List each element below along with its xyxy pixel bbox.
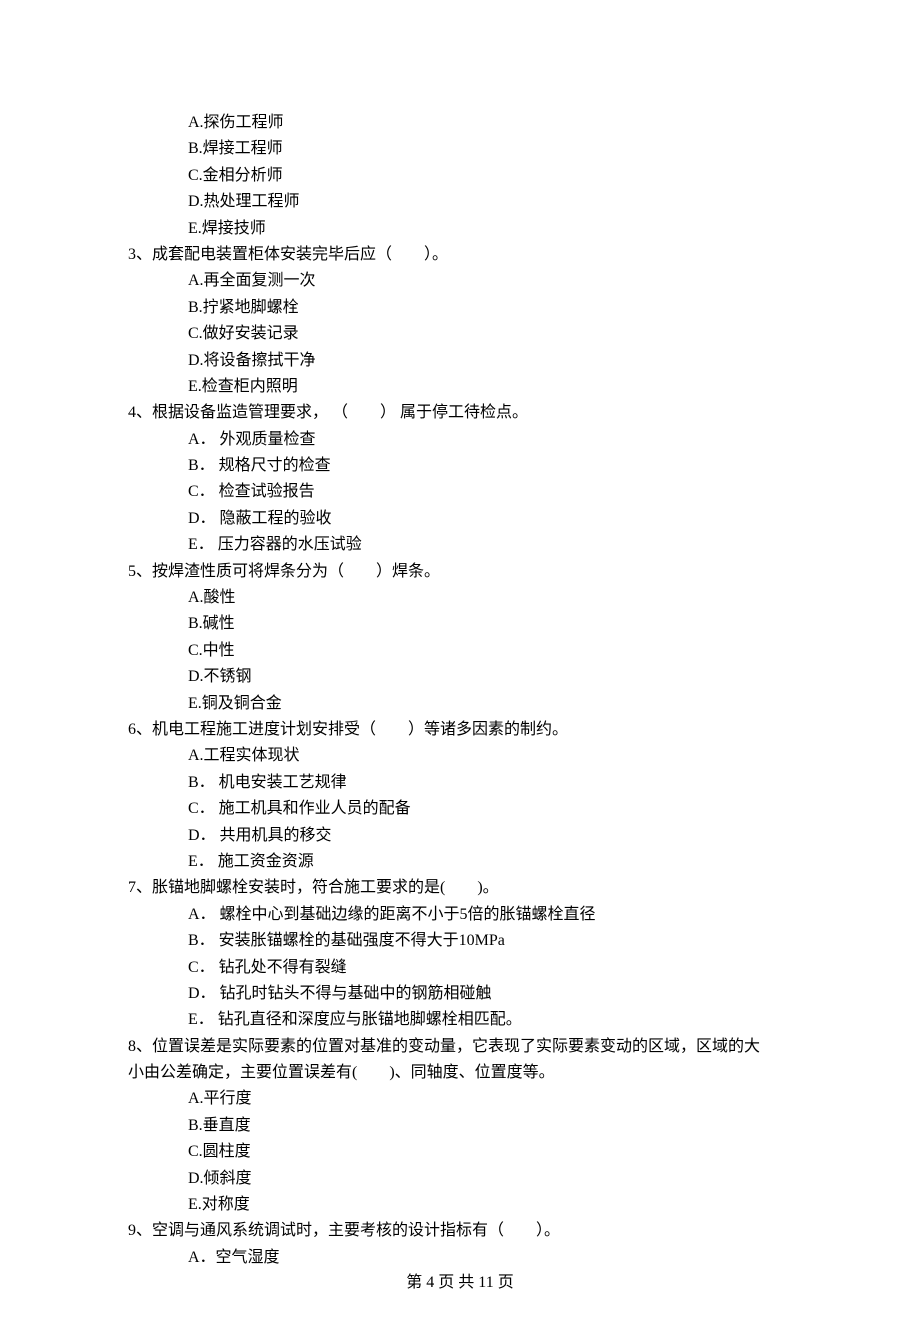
q4-option-a: A． 外观质量检查 — [120, 427, 800, 453]
q8-option-b: B.垂直度 — [120, 1113, 800, 1139]
q3-stem: 3、成套配电装置柜体安装完毕后应（ ）。 — [120, 242, 800, 268]
q7-option-d: D． 钻孔时钻头不得与基础中的钢筋相碰触 — [120, 981, 800, 1007]
q7-stem: 7、胀锚地脚螺栓安装时，符合施工要求的是( )。 — [120, 875, 800, 901]
q5-option-d: D.不锈钢 — [120, 664, 800, 690]
q3-option-a: A.再全面复测一次 — [120, 268, 800, 294]
q8-option-d: D.倾斜度 — [120, 1166, 800, 1192]
q4-stem: 4、根据设备监造管理要求， （ ） 属于停工待检点。 — [120, 400, 800, 426]
q7-option-b: B． 安装胀锚螺栓的基础强度不得大于10MPa — [120, 928, 800, 954]
q8-option-a: A.平行度 — [120, 1086, 800, 1112]
document-page: A.探伤工程师 B.焊接工程师 C.金相分析师 D.热处理工程师 E.焊接技师 … — [0, 0, 920, 1331]
q3-option-b: B.拧紧地脚螺栓 — [120, 295, 800, 321]
page-footer: 第 4 页 共 11 页 — [0, 1270, 920, 1296]
q2-option-b: B.焊接工程师 — [120, 136, 800, 162]
q5-option-c: C.中性 — [120, 638, 800, 664]
q2-option-c: C.金相分析师 — [120, 163, 800, 189]
q4-option-e: E． 压力容器的水压试验 — [120, 532, 800, 558]
q5-option-b: B.碱性 — [120, 611, 800, 637]
q3-option-c: C.做好安装记录 — [120, 321, 800, 347]
q7-option-e: E． 钻孔直径和深度应与胀锚地脚螺栓相匹配。 — [120, 1007, 800, 1033]
q6-option-e: E． 施工资金资源 — [120, 849, 800, 875]
q8-option-c: C.圆柱度 — [120, 1139, 800, 1165]
q7-option-c: C． 钻孔处不得有裂缝 — [120, 955, 800, 981]
q4-option-b: B． 规格尺寸的检查 — [120, 453, 800, 479]
q3-option-d: D.将设备擦拭干净 — [120, 348, 800, 374]
q2-option-d: D.热处理工程师 — [120, 189, 800, 215]
q9-stem: 9、空调与通风系统调试时，主要考核的设计指标有（ ）。 — [120, 1218, 800, 1244]
q8-option-e: E.对称度 — [120, 1192, 800, 1218]
q6-option-c: C． 施工机具和作业人员的配备 — [120, 796, 800, 822]
q8-stem-line1: 8、位置误差是实际要素的位置对基准的变动量，它表现了实际要素变动的区域，区域的大 — [120, 1034, 800, 1060]
q5-option-a: A.酸性 — [120, 585, 800, 611]
q6-option-a: A.工程实体现状 — [120, 743, 800, 769]
q6-option-b: B． 机电安装工艺规律 — [120, 770, 800, 796]
q6-option-d: D． 共用机具的移交 — [120, 823, 800, 849]
q4-option-d: D． 隐蔽工程的验收 — [120, 506, 800, 532]
q6-stem: 6、机电工程施工进度计划安排受（ ）等诸多因素的制约。 — [120, 717, 800, 743]
q2-option-a: A.探伤工程师 — [120, 110, 800, 136]
q5-option-e: E.铜及铜合金 — [120, 691, 800, 717]
q9-option-a: A．空气湿度 — [120, 1245, 800, 1271]
q2-option-e: E.焊接技师 — [120, 216, 800, 242]
q7-option-a: A． 螺栓中心到基础边缘的距离不小于5倍的胀锚螺栓直径 — [120, 902, 800, 928]
q8-stem-line2: 小由公差确定，主要位置误差有( )、同轴度、位置度等。 — [120, 1060, 800, 1086]
q3-option-e: E.检查柜内照明 — [120, 374, 800, 400]
q4-option-c: C． 检查试验报告 — [120, 479, 800, 505]
q5-stem: 5、按焊渣性质可将焊条分为（ ）焊条。 — [120, 559, 800, 585]
